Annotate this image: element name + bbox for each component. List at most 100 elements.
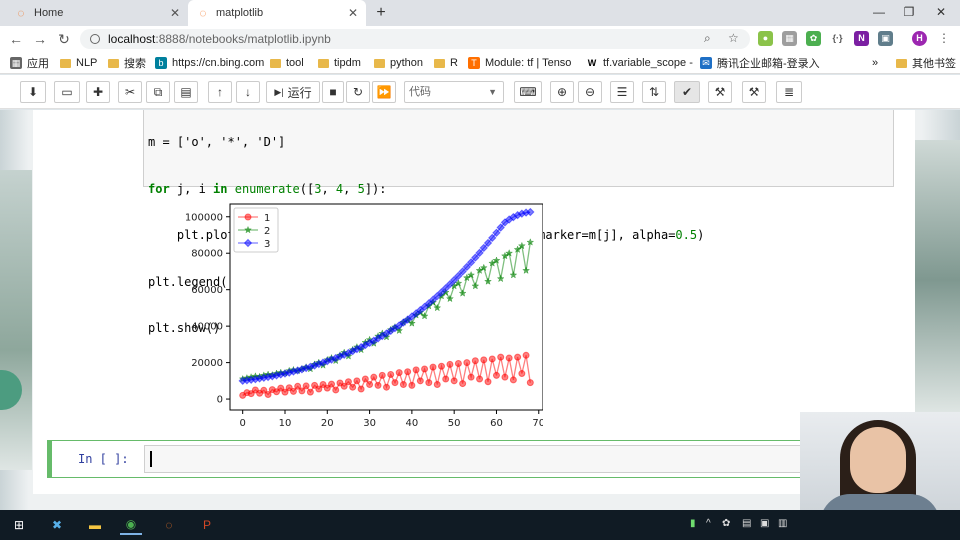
- zoom-icon[interactable]: ⌕: [704, 31, 711, 46]
- extension-icon[interactable]: ●: [758, 31, 773, 46]
- copy-icon[interactable]: ⧉: [146, 81, 170, 103]
- bookmark-item[interactable]: b https://cn.bing.com: [155, 55, 264, 71]
- cell-type-select[interactable]: 代码 ▼: [404, 81, 504, 103]
- paste-icon[interactable]: ▤: [174, 81, 198, 103]
- run-button[interactable]: ▶| 运行: [266, 81, 320, 103]
- tray-icon[interactable]: ▣: [760, 518, 769, 529]
- bookmarks-more-icon[interactable]: »: [872, 55, 878, 71]
- series-1-point: [306, 388, 314, 396]
- jupyter-icon: ◌: [199, 6, 207, 20]
- bookmark-item[interactable]: Wtf.variable_scope -: [586, 55, 693, 71]
- zoom-out-icon[interactable]: ⊖: [578, 81, 602, 103]
- bookmark-star-icon[interactable]: ☆: [728, 31, 739, 45]
- extension-icon[interactable]: ▣: [878, 31, 893, 46]
- cut-icon[interactable]: ✂: [118, 81, 142, 103]
- presenter-face: [850, 427, 906, 493]
- tab-matplotlib[interactable]: ◌ matplotlib ✕: [188, 0, 366, 26]
- zoom-in-icon[interactable]: ⊕: [550, 81, 574, 103]
- series-1-point: [497, 353, 505, 361]
- gavel-icon[interactable]: ⚒: [708, 81, 732, 103]
- restart-icon[interactable]: ↻: [346, 81, 370, 103]
- bookmark-apps[interactable]: ▦ 应用: [10, 55, 49, 71]
- code-cell-input[interactable]: m = ['o', '*', 'D'] for j, i in enumerat…: [143, 110, 894, 335]
- powerpoint-icon[interactable]: P: [196, 515, 218, 535]
- profile-avatar[interactable]: H: [912, 31, 927, 46]
- close-window-button[interactable]: ✕: [926, 2, 956, 22]
- restore-button[interactable]: ❐: [894, 2, 924, 22]
- bookmark-item[interactable]: tool: [270, 55, 304, 71]
- bookmark-item[interactable]: NLP: [60, 55, 97, 71]
- list-icon[interactable]: ☰: [610, 81, 634, 103]
- tray-icon[interactable]: ▤: [742, 518, 751, 529]
- tab-label: matplotlib: [216, 7, 264, 19]
- sort-icon[interactable]: ⇅: [642, 81, 666, 103]
- interrupt-icon[interactable]: ■: [322, 81, 344, 103]
- tab-label: Home: [34, 7, 64, 19]
- move-down-icon[interactable]: ↓: [236, 81, 260, 103]
- chrome-icon[interactable]: ◉: [120, 515, 142, 535]
- tab-home[interactable]: ◌ Home ✕: [6, 0, 188, 26]
- series-1-point: [421, 365, 429, 373]
- series-1-point: [404, 368, 412, 376]
- mail-icon: ✉: [700, 57, 712, 69]
- tray-chevron-icon[interactable]: ^: [706, 518, 711, 529]
- extension-icon[interactable]: ✿: [806, 31, 821, 46]
- info-icon[interactable]: [90, 34, 100, 44]
- series-1-point: [437, 362, 445, 370]
- close-tab-icon[interactable]: ✕: [170, 6, 180, 20]
- keyboard-icon[interactable]: ⌨: [514, 81, 542, 103]
- bookmark-item[interactable]: python: [374, 55, 423, 71]
- forward-icon[interactable]: →: [30, 29, 50, 49]
- insert-cell-icon[interactable]: ✚: [86, 81, 110, 103]
- series-1-point: [446, 360, 454, 368]
- series-1-point: [349, 383, 357, 391]
- extension-icon[interactable]: ▦: [782, 31, 797, 46]
- restart-run-all-icon[interactable]: ⏩: [372, 81, 396, 103]
- y-tick-label: 40000: [191, 322, 223, 333]
- minimize-button[interactable]: —: [864, 2, 894, 22]
- check-icon[interactable]: ✔: [674, 81, 700, 103]
- move-up-icon[interactable]: ↑: [208, 81, 232, 103]
- bookmark-item[interactable]: ✉ 腾讯企业邮箱-登录入: [700, 55, 820, 71]
- cell-input-editor[interactable]: [144, 445, 914, 473]
- bookmark-item[interactable]: R: [434, 55, 458, 71]
- file-explorer-icon[interactable]: ▬: [84, 515, 106, 535]
- series-1-point: [361, 375, 369, 383]
- series-1-point: [509, 376, 517, 384]
- jupyter-taskbar-icon[interactable]: ◌: [158, 515, 180, 535]
- x-tick-label: 60: [490, 418, 503, 429]
- tools-icon[interactable]: ✖: [46, 515, 68, 535]
- series-1-point: [480, 356, 488, 364]
- reload-icon[interactable]: ↻: [54, 29, 74, 49]
- close-tab-icon[interactable]: ✕: [348, 6, 358, 20]
- series-1-point: [514, 353, 522, 361]
- tray-icon[interactable]: ✿: [722, 518, 730, 529]
- bookmark-item[interactable]: 搜索: [108, 55, 146, 71]
- mascot-icon: [0, 370, 22, 410]
- save-icon[interactable]: ⬇: [20, 81, 46, 103]
- bookmark-other[interactable]: 其他书签: [896, 55, 956, 71]
- bookmark-item[interactable]: T Module: tf | Tenso: [468, 55, 571, 71]
- extension-icon[interactable]: {·}: [830, 31, 845, 46]
- windows-start-icon[interactable]: ⊞: [8, 515, 30, 535]
- back-icon[interactable]: ←: [6, 29, 26, 49]
- empty-code-cell[interactable]: In [ ]:: [47, 440, 915, 478]
- series-1-point: [353, 377, 361, 385]
- legend-label: 1: [264, 213, 270, 224]
- battery-icon[interactable]: ▮: [690, 518, 696, 529]
- checkpoint-icon[interactable]: ▭: [54, 81, 80, 103]
- folder-icon: [270, 58, 281, 68]
- x-tick-label: 40: [406, 418, 419, 429]
- network-icon[interactable]: ▥: [778, 518, 787, 529]
- toc-icon[interactable]: ≣: [776, 81, 802, 103]
- url-input[interactable]: localhost:8888/notebooks/matplotlib.ipyn…: [80, 29, 750, 49]
- onenote-icon[interactable]: N: [854, 31, 869, 46]
- bookmark-item[interactable]: tipdm: [318, 55, 361, 71]
- hammer-icon[interactable]: ⚒: [742, 81, 766, 103]
- menu-icon[interactable]: ⋮: [938, 31, 950, 45]
- folder-icon: [318, 58, 329, 68]
- folder-icon: [434, 58, 445, 68]
- series-1-point: [429, 363, 437, 371]
- new-tab-button[interactable]: +: [372, 4, 390, 22]
- jupyter-toolbar: ⬇ ▭ ✚ ✂ ⧉ ▤ ↑ ↓ ▶| 运行 ■ ↻ ⏩ 代码 ▼ ⌨ ⊕ ⊖ ☰ ⇅…: [0, 75, 960, 109]
